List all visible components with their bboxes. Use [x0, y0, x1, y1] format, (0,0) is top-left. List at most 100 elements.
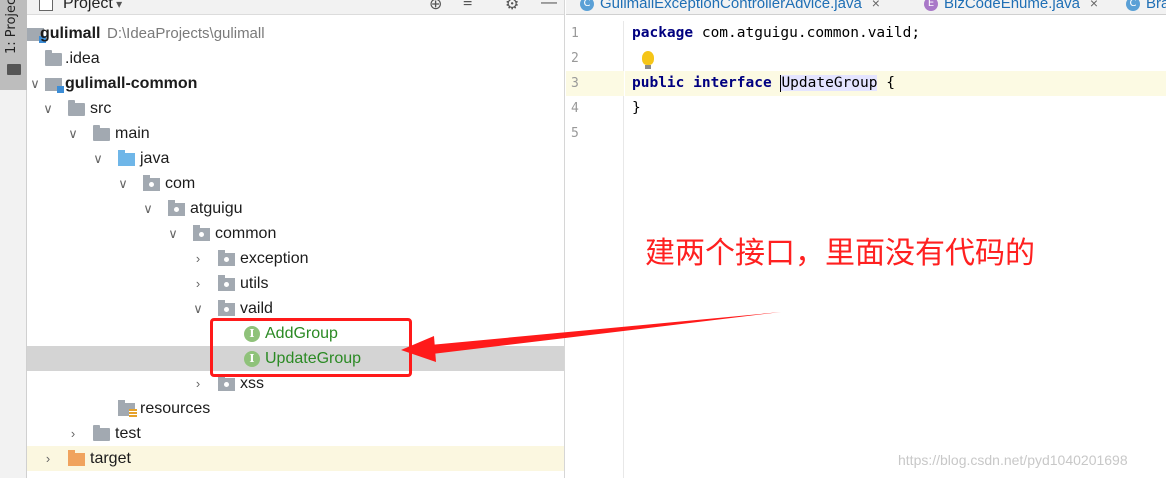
- tree-item-label: src: [90, 100, 112, 117]
- code-line-4: }: [625, 96, 1166, 121]
- lightbulb-icon[interactable]: [642, 51, 654, 69]
- highlight-box: [210, 318, 412, 377]
- interface-name: UpdateGroup: [781, 75, 878, 91]
- package-icon: [143, 175, 160, 191]
- class-icon: C: [1126, 0, 1140, 12]
- package-icon: [218, 250, 235, 266]
- folder-icon: [45, 50, 62, 66]
- project-tool-tab[interactable]: 1: Project: [0, 0, 27, 90]
- tree-item-label: resources: [140, 400, 211, 417]
- tree-item-label: atguigu: [190, 200, 243, 217]
- tree-item-label: exception: [240, 250, 309, 267]
- tree-item-label: gulimall-common: [65, 75, 198, 92]
- editor-gutter: 1 2 3 4 5: [566, 21, 624, 478]
- chevron-right-icon[interactable]: ›: [41, 446, 55, 471]
- tree-item-label: main: [115, 125, 150, 142]
- tree-item-utils[interactable]: › utils: [27, 271, 564, 296]
- chevron-down-icon[interactable]: ∨: [28, 71, 42, 96]
- chevron-down-icon[interactable]: ∨: [166, 221, 180, 246]
- tree-item-label: test: [115, 425, 141, 442]
- package-icon: [168, 200, 185, 216]
- code-line-1: package com.atguigu.common.vaild;: [625, 21, 1166, 46]
- locate-file-icon[interactable]: ⊕: [429, 0, 442, 14]
- resources-folder-icon: [118, 400, 137, 418]
- chevron-down-icon[interactable]: ∨: [191, 296, 205, 321]
- collapse-all-icon[interactable]: ≡: [463, 0, 472, 12]
- code-text: com.atguigu.common.vaild;: [693, 25, 921, 41]
- tree-item-target[interactable]: › target: [27, 446, 564, 471]
- folder-icon: [93, 425, 110, 441]
- chevron-right-icon[interactable]: ›: [191, 371, 205, 396]
- keyword: package: [632, 25, 694, 41]
- class-icon: C: [580, 0, 594, 12]
- tree-item-gulimall[interactable]: gulimall D:\IdeaProjects\gulimall: [27, 21, 564, 46]
- tree-item-test[interactable]: › test: [27, 421, 564, 446]
- hide-panel-icon[interactable]: —: [541, 0, 557, 12]
- close-icon[interactable]: ×: [872, 0, 880, 11]
- folder-icon: [7, 64, 21, 75]
- code-editor[interactable]: package com.atguigu.common.vaild; public…: [625, 21, 1166, 146]
- tree-item-com[interactable]: ∨ com: [27, 171, 564, 196]
- package-icon: [218, 375, 235, 391]
- enum-icon: E: [924, 0, 938, 12]
- editor-tab-label: Bra: [1146, 0, 1166, 12]
- project-view-selector[interactable]: Project: [63, 0, 122, 13]
- package-icon: [218, 300, 235, 316]
- chevron-right-icon[interactable]: ›: [66, 421, 80, 446]
- code-line-3: public interface UpdateGroup {: [625, 71, 1166, 96]
- tree-item-src[interactable]: ∨ src: [27, 96, 564, 121]
- project-view-icon: [39, 0, 53, 11]
- tree-item-common[interactable]: ∨ common: [27, 221, 564, 246]
- folder-icon: [68, 100, 85, 116]
- editor-tab-label: GulimallExceptionControllerAdvice.java: [600, 0, 862, 12]
- editor-tab-bizcodeenume[interactable]: E BizCodeEnume.java ×: [924, 0, 1098, 14]
- excluded-folder-icon: [68, 450, 85, 466]
- line-number: 5: [571, 126, 579, 141]
- chevron-down-icon[interactable]: ∨: [66, 121, 80, 146]
- tool-window-strip: 1: Project: [0, 0, 27, 478]
- project-panel: Project ⊕ ≡ ⚙ — gulimall D:\IdeaProjects…: [27, 0, 565, 478]
- chevron-down-icon[interactable]: ∨: [41, 96, 55, 121]
- tree-item-gulimall-common[interactable]: ∨ gulimall-common: [27, 71, 564, 96]
- line-number: 3: [566, 71, 624, 96]
- project-panel-header: Project ⊕ ≡ ⚙ —: [27, 0, 564, 15]
- chevron-down-icon[interactable]: ∨: [91, 146, 105, 171]
- annotation-callout: 建两个接口，里面没有代码的: [645, 236, 1035, 271]
- editor-tab-exception-advice[interactable]: C GulimallExceptionControllerAdvice.java ×: [580, 0, 880, 14]
- chevron-right-icon[interactable]: ›: [191, 271, 205, 296]
- keyword: public: [632, 75, 685, 91]
- tree-item-idea[interactable]: .idea: [27, 46, 564, 71]
- tree-item-java[interactable]: ∨ java: [27, 146, 564, 171]
- code-line-2: [625, 46, 1166, 71]
- tree-item-label: java: [140, 150, 170, 167]
- project-tool-tab-label: 1: Project: [4, 0, 19, 54]
- tree-item-atguigu[interactable]: ∨ atguigu: [27, 196, 564, 221]
- watermark: https://blog.csdn.net/pyd1040201698: [898, 452, 1128, 468]
- chevron-down-icon[interactable]: ∨: [141, 196, 155, 221]
- code-text: {: [877, 75, 895, 91]
- line-number: 2: [571, 51, 579, 66]
- editor-tab-bar: C GulimallExceptionControllerAdvice.java ×…: [566, 0, 1166, 15]
- tree-item-exception[interactable]: › exception: [27, 246, 564, 271]
- tree-item-label: target: [90, 450, 131, 467]
- tree-item-main[interactable]: ∨ main: [27, 121, 564, 146]
- tree-item-label: utils: [240, 275, 269, 292]
- close-icon[interactable]: ×: [1090, 0, 1098, 11]
- chevron-down-icon[interactable]: ∨: [116, 171, 130, 196]
- tree-item-resources[interactable]: resources: [27, 396, 564, 421]
- editor-tab-label: BizCodeEnume.java: [944, 0, 1080, 12]
- project-path: D:\IdeaProjects\gulimall: [107, 25, 265, 42]
- source-root-icon: [118, 150, 135, 166]
- tree-item-label: com: [165, 175, 196, 192]
- tree-item-label: .idea: [65, 50, 100, 67]
- package-icon: [193, 225, 210, 241]
- editor-tab-bra[interactable]: C Bra: [1126, 0, 1166, 14]
- chevron-right-icon[interactable]: ›: [191, 246, 205, 271]
- keyword: interface: [693, 75, 772, 91]
- folder-icon: [93, 125, 110, 141]
- line-number: 4: [571, 101, 579, 116]
- gear-icon[interactable]: ⚙: [505, 0, 519, 14]
- tree-item-label: common: [215, 225, 277, 242]
- line-number: 1: [571, 26, 579, 41]
